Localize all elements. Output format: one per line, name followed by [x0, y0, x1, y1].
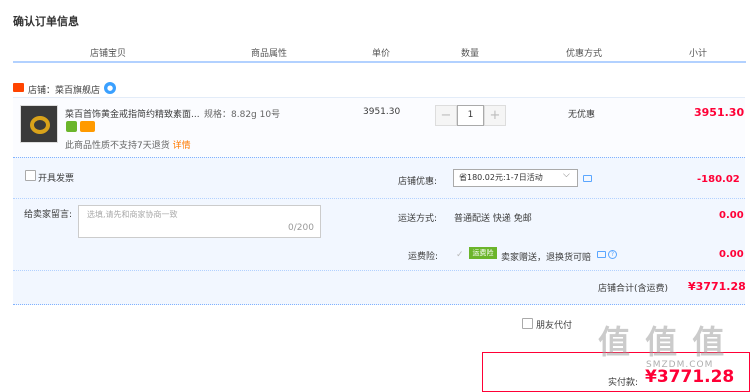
col-header-items: 店铺宝贝 [90, 49, 127, 59]
pay-amount: ¥3771.28 [645, 367, 735, 387]
col-header-attrs: 商品属性 [251, 49, 288, 59]
col-header-discount: 优惠方式 [566, 49, 603, 59]
quantity-increase-button[interactable]: + [484, 105, 506, 126]
return-detail-link[interactable]: 详情 [173, 141, 191, 151]
friend-pay-checkbox[interactable] [522, 318, 533, 329]
header-divider [13, 61, 746, 63]
watermark-site: SMZDM.COM [646, 360, 714, 370]
unit-price: 3951.30 [363, 107, 401, 117]
col-header-subtotal: 小计 [689, 49, 708, 59]
shop-icon [13, 83, 24, 92]
chevron-down-icon: ⌵ [563, 170, 570, 180]
ring-image [30, 116, 50, 134]
message-label: 给卖家留言: [24, 210, 73, 220]
shop-coupon-label: 店铺优惠: [398, 177, 438, 187]
shop-name[interactable]: 店铺：菜百旗舰店 [28, 83, 100, 96]
shipping-label: 运送方式: [398, 214, 438, 224]
help-icon[interactable]: ? [608, 250, 617, 259]
return-note: 此商品性质不支持7天退货 详情 [65, 138, 191, 151]
page-title: 确认订单信息 [13, 15, 79, 28]
product-spec: 规格：8.82g 10号 [204, 110, 281, 120]
shop-coupon-select[interactable]: 省180.02元:1-7日活动 [453, 169, 578, 187]
quantity-decrease-button[interactable]: − [435, 105, 457, 126]
options-divider [13, 270, 745, 271]
product-name[interactable]: 菜百首饰黄金戒指简约精致素面... [65, 107, 201, 120]
shop-total-value: ¥3771.28 [688, 280, 746, 293]
shop-coupon-amount: -180.02 [697, 174, 740, 185]
shipping-method: 普通配送 快递 免邮 [454, 214, 532, 224]
insurance-amount: 0.00 [719, 249, 744, 260]
card-badge-icon [80, 121, 95, 132]
col-header-qty: 数量 [461, 49, 480, 59]
service-badge-icon [66, 121, 77, 132]
watermark-logo: 值 值 值 [598, 323, 727, 361]
shop-total-label: 店铺合计(含运费) [598, 284, 669, 294]
product-thumbnail[interactable] [20, 105, 58, 143]
quantity-input[interactable]: 1 [457, 105, 484, 126]
pay-label: 实付款: [608, 378, 639, 388]
insurance-tag: 运费险 [469, 247, 497, 259]
discount-method: 无优惠 [568, 110, 596, 120]
item-subtotal: 3951.30 [694, 106, 745, 119]
insurance-label: 运费险: [408, 252, 439, 262]
friend-pay-label: 朋友代付 [536, 321, 573, 331]
comment-icon[interactable] [583, 175, 592, 182]
invoice-label: 开具发票 [38, 174, 75, 184]
comment-icon[interactable] [597, 251, 606, 258]
shipping-amount: 0.00 [719, 210, 744, 221]
invoice-checkbox[interactable] [25, 170, 36, 181]
col-header-price: 单价 [372, 49, 391, 59]
message-char-count: 0/200 [288, 223, 314, 233]
return-note-text: 此商品性质不支持7天退货 [65, 141, 170, 151]
insurance-value: 卖家赠送，退换货可赔 [501, 253, 592, 263]
chat-seller-icon[interactable]: ● [104, 82, 116, 94]
message-placeholder: 选填,请先和商家协商一致 [87, 210, 178, 219]
insurance-check-icon: ✓ [456, 250, 464, 260]
options-divider [13, 198, 745, 199]
